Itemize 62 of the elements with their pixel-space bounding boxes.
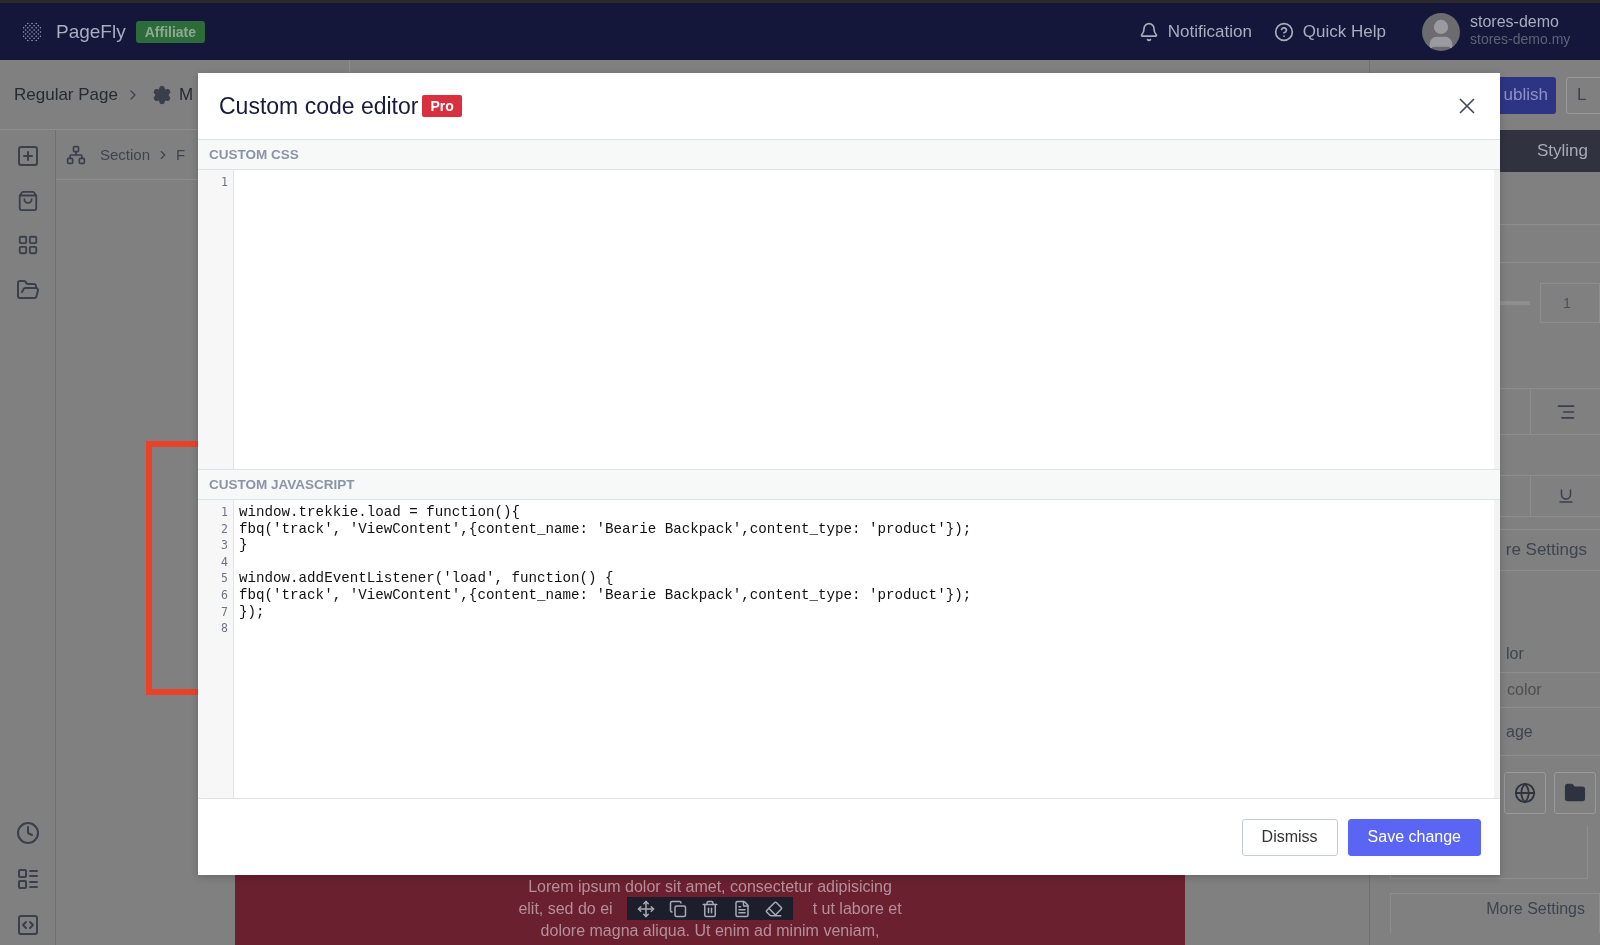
underline-icon xyxy=(1556,487,1575,505)
breadcrumb-link[interactable]: Regular Page xyxy=(14,84,118,105)
globe-icon xyxy=(1514,782,1536,804)
body-text: elit, sed do ei xyxy=(518,899,613,919)
add-icon[interactable] xyxy=(15,144,40,168)
affiliate-badge[interactable]: Affiliate xyxy=(135,20,206,43)
body-text: dolore magna aliqua. Ut enim ad minim veniam, xyxy=(540,921,880,941)
body-text: Lorem ipsum dolor sit amet, consectetur adipisicing xyxy=(528,877,892,897)
section-link[interactable]: F xyxy=(176,146,186,163)
clock-icon[interactable] xyxy=(15,821,40,845)
settings-link[interactable]: re Settings xyxy=(1505,540,1600,560)
folder-icon xyxy=(1564,782,1586,804)
tree-icon[interactable] xyxy=(66,144,86,165)
folder-icon[interactable] xyxy=(15,278,40,302)
code-line: } xyxy=(239,537,249,554)
field-label: lor xyxy=(1506,645,1524,663)
quick-help-link[interactable]: Quick Help xyxy=(1273,21,1386,42)
bag-icon[interactable] xyxy=(16,190,39,212)
folder-button[interactable] xyxy=(1554,772,1596,814)
pro-badge: Pro xyxy=(422,95,462,117)
line-number: 2 xyxy=(220,520,229,538)
body-text: t ut labore et xyxy=(812,899,902,919)
copy-icon[interactable] xyxy=(669,899,687,918)
section-label: CUSTOM JAVASCRIPT xyxy=(198,470,1500,500)
save-button[interactable]: Save change xyxy=(1347,818,1481,856)
move-icon[interactable] xyxy=(637,899,655,918)
grid-icon[interactable] xyxy=(16,234,39,256)
brand-name: PageFly xyxy=(56,20,126,43)
section-label: CUSTOM CSS xyxy=(198,140,1500,170)
more-settings-button[interactable]: More Settings xyxy=(1390,893,1600,933)
line-number: 7 xyxy=(220,603,229,621)
account-domain: stores-demo.my xyxy=(1470,30,1572,47)
line-number: 1 xyxy=(220,504,229,521)
notification-link[interactable]: Notification xyxy=(1138,21,1252,42)
code-line: }); xyxy=(239,603,266,621)
globe-button[interactable] xyxy=(1504,772,1546,814)
line-number: 5 xyxy=(220,570,229,587)
line-number: 3 xyxy=(220,537,229,554)
code-line: window.trekkie.load = function(){ xyxy=(239,504,521,521)
line-number: 4 xyxy=(220,553,229,571)
dismiss-button[interactable]: Dismiss xyxy=(1241,818,1338,856)
account-name: stores-demo xyxy=(1470,12,1560,31)
code-line: fbq('track', 'ViewContent',{content_name: 'Bearie Backpack',content_type: 'product'}); xyxy=(239,586,973,604)
field-label: age xyxy=(1506,722,1533,741)
bell-icon xyxy=(1138,21,1159,42)
line-number: 6 xyxy=(220,586,229,604)
eraser-icon[interactable] xyxy=(765,899,783,918)
breadcrumb-link[interactable]: M xyxy=(178,84,194,105)
line-number: 1 xyxy=(220,174,229,191)
trash-icon[interactable] xyxy=(701,899,719,918)
avatar[interactable] xyxy=(1422,12,1460,51)
code-line: window.addEventListener('load', function() { xyxy=(239,570,615,587)
code-icon[interactable] xyxy=(15,913,40,937)
code-line: fbq('track', 'ViewContent',{content_name: 'Bearie Backpack',content_type: 'product'}); xyxy=(239,520,973,538)
settings-icon[interactable] xyxy=(151,84,172,105)
dialog-title: Custom code editor xyxy=(219,92,419,120)
line-number: 8 xyxy=(220,620,229,637)
list-icon[interactable] xyxy=(15,867,40,891)
section-link[interactable]: Section xyxy=(100,146,151,163)
document-icon[interactable] xyxy=(733,899,751,918)
help-icon xyxy=(1273,21,1294,42)
header-button[interactable]: L xyxy=(1566,76,1600,114)
